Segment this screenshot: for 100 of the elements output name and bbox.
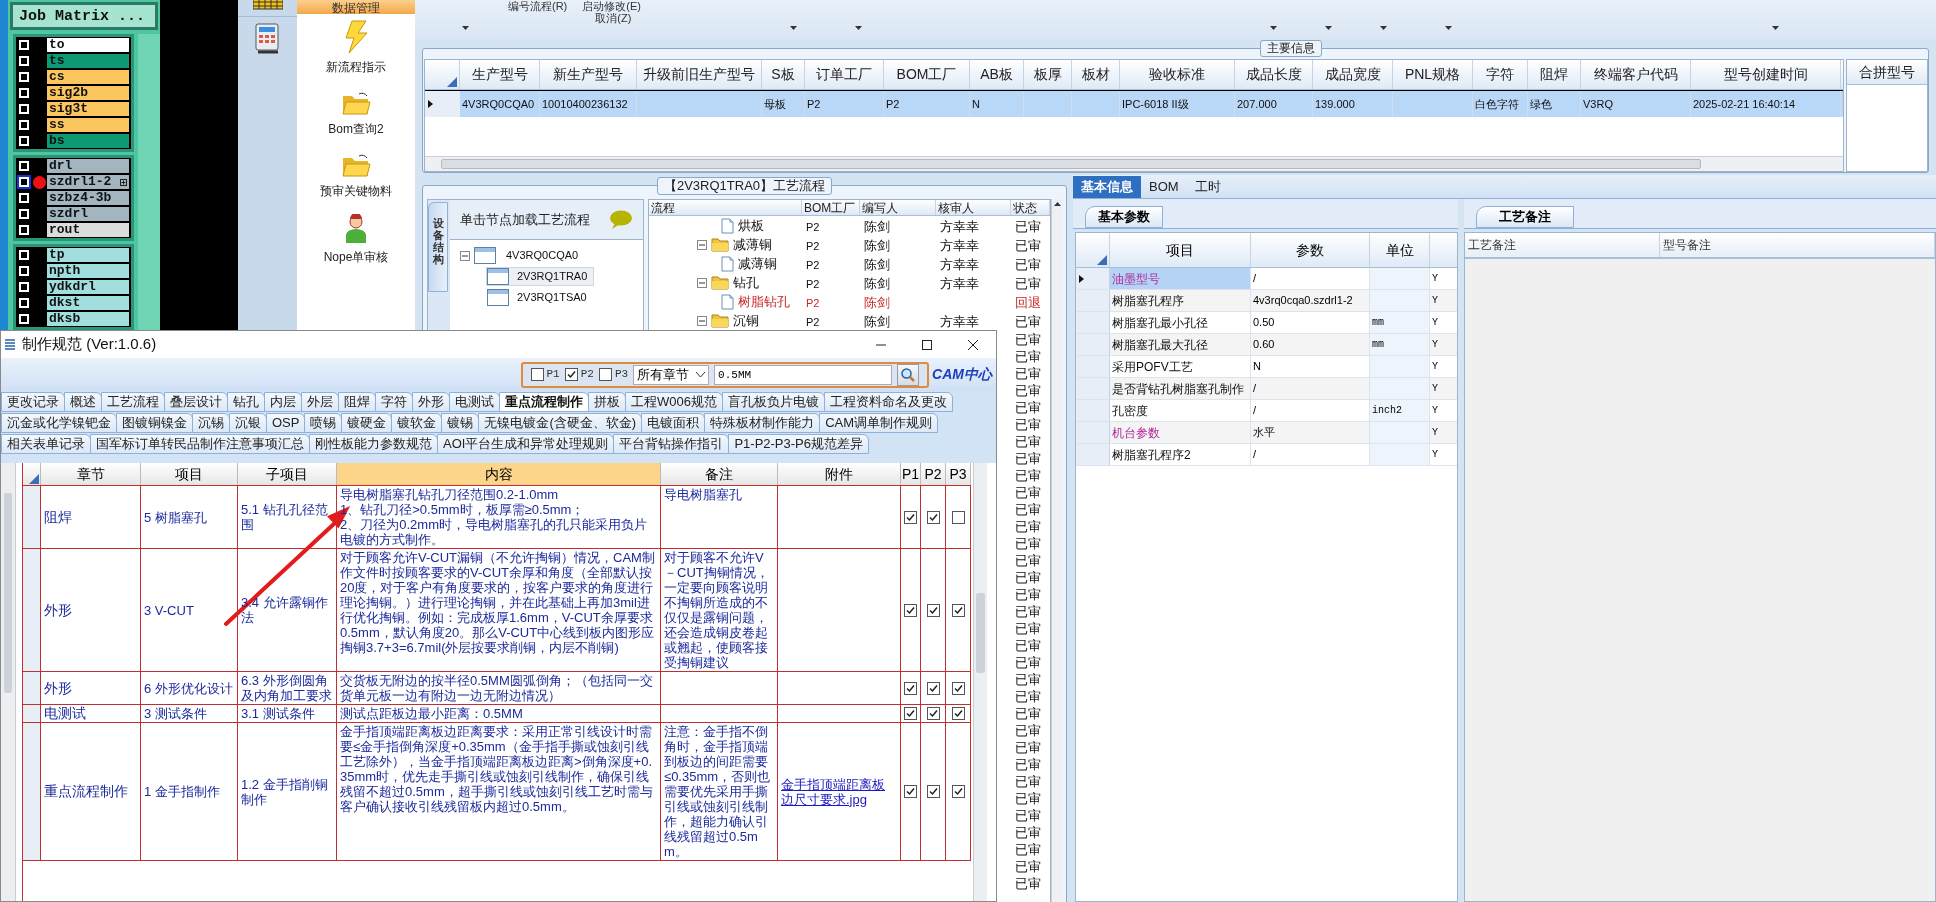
column-header[interactable]: 项目 xyxy=(1110,233,1251,267)
checkbox[interactable] xyxy=(904,510,917,524)
column-header[interactable]: 阻焊 xyxy=(1528,60,1581,89)
maximize-icon[interactable] xyxy=(922,339,932,350)
horizontal-scrollbar[interactable] xyxy=(425,156,1843,171)
tab[interactable]: 沉锡 xyxy=(192,413,230,433)
tab[interactable]: 钻孔 xyxy=(227,392,265,412)
table-cell[interactable]: 树脂塞孔程序2 xyxy=(1110,444,1251,465)
layer-checkbox[interactable] xyxy=(19,193,29,203)
column-header[interactable]: 状态 xyxy=(1011,200,1050,215)
checkbox[interactable] xyxy=(951,510,965,524)
checkbox[interactable] xyxy=(926,603,940,617)
layer-bar[interactable]: szdrl xyxy=(47,207,129,221)
table-row[interactable]: 采用POFV工艺 N Y xyxy=(1076,356,1457,378)
process-step[interactable]: 减薄铜 xyxy=(733,234,772,255)
tab[interactable]: 拼板 xyxy=(588,392,626,412)
tab[interactable]: 外形 xyxy=(412,392,450,412)
column-header[interactable]: 字符 xyxy=(1473,60,1528,89)
layer-checkbox[interactable] xyxy=(19,161,29,171)
layer-checkbox[interactable] xyxy=(19,282,29,292)
layer-bar[interactable]: sig2b xyxy=(47,86,129,100)
column-header[interactable]: 升级前旧生产型号 xyxy=(637,60,762,89)
tab[interactable]: 镀锡 xyxy=(441,413,480,433)
collapse-icon[interactable] xyxy=(697,277,707,288)
table-row[interactable]: 机台参数 水平 Y xyxy=(1076,422,1457,444)
checkbox[interactable] xyxy=(904,681,917,695)
table-cell[interactable]: 机台参数 xyxy=(1110,422,1251,443)
caret-icon[interactable] xyxy=(855,26,862,30)
tab[interactable]: OSP xyxy=(266,413,306,433)
tab[interactable]: 镀软金 xyxy=(391,413,443,433)
column-header[interactable]: 生产型号 xyxy=(460,60,540,89)
layer-bar[interactable]: drl xyxy=(47,159,129,173)
column-header[interactable]: 核审人 xyxy=(936,200,1011,215)
column-header[interactable]: 新生产型号 xyxy=(540,60,637,89)
caret-icon[interactable] xyxy=(790,26,797,30)
attachment-link[interactable]: 金手指顶端距离板边尺寸要求.jpg xyxy=(781,776,897,807)
checkbox[interactable] xyxy=(530,368,544,381)
layer-checkbox[interactable] xyxy=(19,225,29,235)
column-header[interactable]: 内容 xyxy=(337,463,661,485)
layer-bar[interactable]: dksb xyxy=(47,312,129,326)
tab[interactable]: 相关表单记录 xyxy=(1,434,91,454)
tab[interactable]: 特殊板材制作能力 xyxy=(704,413,821,433)
column-header[interactable]: P2 xyxy=(921,463,946,485)
layer-bar[interactable]: cs xyxy=(47,70,129,84)
collapse-icon[interactable] xyxy=(697,315,707,326)
tab[interactable]: 工时 xyxy=(1186,176,1229,198)
caret-icon[interactable] xyxy=(1380,26,1387,30)
tab[interactable]: 国军标订单转民品制作注意事项汇总 xyxy=(90,434,310,454)
menu-item[interactable]: 取消(Z) xyxy=(595,12,641,24)
column-header[interactable]: S板 xyxy=(762,60,805,89)
table-row[interactable]: 孔密度 / inch2 Y xyxy=(1076,400,1457,422)
column-header[interactable]: 编写人 xyxy=(860,200,936,215)
table-row[interactable]: 4V3RQ0CQA0 10010400236132 母板 P2 P2 N IPC-6018 II级 207.000 139.000 白色字符 绿色 V3RQ 2025-02-21 16:40:14 xyxy=(425,90,1843,117)
column-header[interactable]: 终端客户代码 xyxy=(1581,60,1691,89)
layer-bar[interactable]: szbz4-3b xyxy=(47,191,129,205)
column-header[interactable]: 成品长度 xyxy=(1235,60,1313,89)
column-header[interactable]: PNL规格 xyxy=(1393,60,1473,89)
column-header[interactable]: 项目 xyxy=(141,463,238,485)
column-header[interactable]: 型号备注 xyxy=(1660,233,1935,257)
tab[interactable]: 刚性板能力参数规范 xyxy=(309,434,438,454)
column-header[interactable]: 订单工厂 xyxy=(805,60,884,89)
menu-item[interactable]: 编号流程(R) xyxy=(508,0,568,24)
tab[interactable]: 工程W006规范 xyxy=(625,392,723,412)
caret-icon[interactable] xyxy=(1270,26,1277,30)
layer-checkbox[interactable] xyxy=(19,298,29,308)
tab[interactable]: 镀硬金 xyxy=(341,413,393,433)
table-cell[interactable]: 孔密度 xyxy=(1110,400,1251,421)
checkbox[interactable] xyxy=(564,368,578,381)
checkbox[interactable] xyxy=(904,707,917,720)
tab[interactable]: 沉金或化学镍钯金 xyxy=(1,413,117,433)
chapter-dropdown[interactable]: 所有章节 xyxy=(633,364,710,385)
column-header[interactable]: 验收标准 xyxy=(1120,60,1235,89)
layer-checkbox[interactable] xyxy=(19,104,29,114)
layer-bar[interactable]: npth xyxy=(47,264,129,278)
caret-icon[interactable] xyxy=(696,371,706,378)
table-row[interactable]: 是否背钻孔树脂塞孔制作 / Y xyxy=(1076,378,1457,400)
checkbox[interactable] xyxy=(951,785,965,798)
tab[interactable]: 工程资料命名及更改 xyxy=(823,392,953,412)
vertical-tab[interactable]: 设备结构 xyxy=(428,202,448,292)
job-matrix-title[interactable]: Job Matrix ... xyxy=(10,2,158,30)
column-header[interactable]: P3 xyxy=(946,463,971,485)
layer-bar[interactable]: dkst xyxy=(47,296,129,310)
vertical-scrollbar[interactable] xyxy=(1051,199,1063,902)
scroll-up-icon[interactable] xyxy=(1054,202,1061,206)
layer-bar[interactable]: ydkdrl xyxy=(47,280,129,294)
tab[interactable]: 外层 xyxy=(301,392,339,412)
caret-icon[interactable] xyxy=(1325,26,1332,30)
table-row[interactable]: 油墨型号 / Y xyxy=(1076,268,1457,290)
process-step[interactable]: 烘板 xyxy=(738,215,764,236)
layer-checkbox[interactable] xyxy=(19,250,29,260)
process-step[interactable]: 沉铜 xyxy=(733,310,759,331)
calculator-icon[interactable] xyxy=(253,23,282,55)
layer-checkbox[interactable] xyxy=(19,136,29,146)
tab[interactable]: 沉银 xyxy=(229,413,267,433)
tree-node[interactable]: 2V3RQ1TSA0 xyxy=(486,288,594,307)
column-header[interactable]: 型号创建时间 xyxy=(1691,60,1841,89)
caret-icon[interactable] xyxy=(1772,26,1779,30)
vertical-scrollbar[interactable] xyxy=(973,463,987,901)
table-row[interactable]: 树脂塞孔最小孔径 0.50 mm Y xyxy=(1076,312,1457,334)
tab[interactable]: 工艺备注 xyxy=(1476,206,1574,228)
